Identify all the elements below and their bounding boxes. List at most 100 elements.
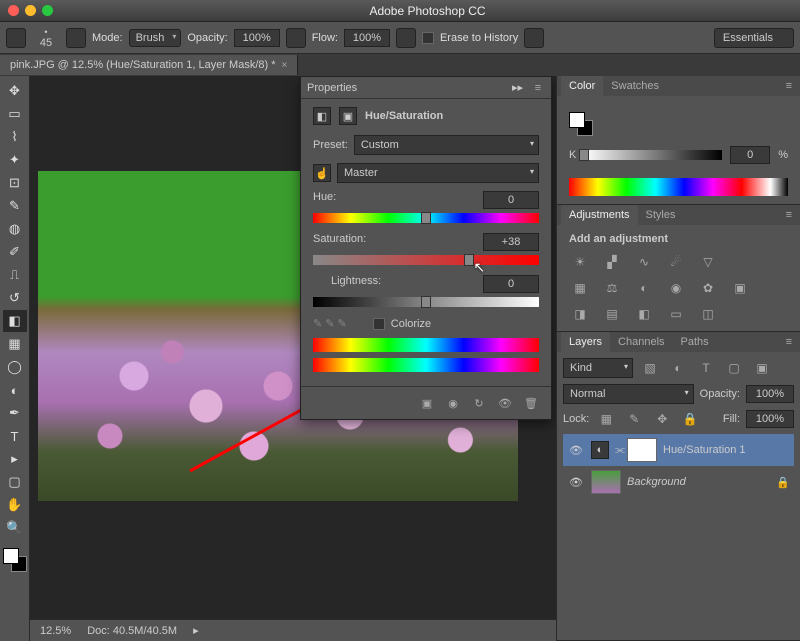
colorize-checkbox[interactable] (373, 318, 385, 330)
path-selection-tool[interactable]: ▸ (3, 448, 27, 470)
hue-slider[interactable] (313, 213, 539, 223)
lightness-thumb[interactable] (421, 296, 431, 308)
close-window[interactable] (8, 5, 19, 16)
eyedropper-tool[interactable]: ✎ (3, 195, 27, 217)
lightness-value[interactable]: 0 (483, 275, 539, 293)
brush-size-picker[interactable]: •45 (32, 24, 60, 52)
visibility-toggle[interactable]: 👁 (567, 444, 585, 457)
layer-item[interactable]: 👁 Background 🔒 (563, 466, 794, 498)
invert-icon[interactable]: ◨ (569, 305, 591, 323)
fill-field[interactable]: 100% (746, 410, 794, 428)
zoom-level[interactable]: 12.5% (40, 625, 71, 637)
layer-mask-thumb[interactable] (627, 438, 657, 462)
layer-thumb[interactable] (591, 470, 621, 494)
lasso-tool[interactable]: ⌇ (3, 126, 27, 148)
photo-filter-icon[interactable]: ◉ (665, 279, 687, 297)
color-panel-menu[interactable]: ≡ (778, 76, 800, 96)
filter-pixel-icon[interactable]: ▧ (639, 359, 661, 377)
mask-icon[interactable]: ▣ (339, 107, 357, 125)
layer-name[interactable]: Hue/Saturation 1 (663, 444, 746, 456)
layer-item[interactable]: 👁 ◐ ⫘ Hue/Saturation 1 (563, 434, 794, 466)
threshold-icon[interactable]: ◧ (633, 305, 655, 323)
mode-dropdown[interactable]: Brush (129, 29, 182, 47)
k-slider[interactable] (584, 150, 722, 160)
type-tool[interactable]: T (3, 425, 27, 447)
styles-tab[interactable]: Styles (638, 205, 684, 225)
delete-icon[interactable]: 🗑 (523, 395, 539, 411)
lock-all-icon[interactable]: 🔒 (679, 410, 701, 428)
color-spectrum[interactable] (569, 178, 788, 196)
layer-opacity-field[interactable]: 100% (746, 385, 794, 403)
balance-icon[interactable]: ⚖ (601, 279, 623, 297)
layers-tab[interactable]: Layers (561, 332, 610, 352)
rectangle-tool[interactable]: ▢ (3, 471, 27, 493)
brush-panel-toggle[interactable] (66, 28, 86, 48)
lock-trans-icon[interactable]: ▦ (595, 410, 617, 428)
visibility-toggle[interactable]: 👁 (567, 476, 585, 489)
adjustments-tab[interactable]: Adjustments (561, 205, 638, 225)
layer-name[interactable]: Background (627, 476, 686, 488)
panel-menu-icon[interactable]: ≡ (531, 82, 545, 94)
canvas-area[interactable]: Properties ▸▸ ≡ ◧ ▣ Hue/Saturation Prese… (30, 76, 556, 641)
filter-type-icon[interactable]: T (695, 359, 717, 377)
color-swatch[interactable] (569, 112, 593, 136)
document-tab[interactable]: pink.JPG @ 12.5% (Hue/Saturation 1, Laye… (0, 55, 298, 75)
close-tab-icon[interactable]: × (282, 60, 288, 71)
visibility-icon[interactable]: 👁 (497, 395, 513, 411)
levels-icon[interactable]: ▞ (601, 253, 623, 271)
mixer-icon[interactable]: ✿ (697, 279, 719, 297)
color-tab[interactable]: Color (561, 76, 603, 96)
curves-icon[interactable]: ∿ (633, 253, 655, 271)
marquee-tool[interactable]: ▭ (3, 103, 27, 125)
doc-size[interactable]: Doc: 40.5M/40.5M (87, 625, 177, 637)
pen-tool[interactable]: ✒ (3, 402, 27, 424)
crop-tool[interactable]: ⊡ (3, 172, 27, 194)
opacity-field[interactable]: 100% (234, 29, 280, 47)
swatches-tab[interactable]: Swatches (603, 76, 667, 96)
hue-icon[interactable]: ▦ (569, 279, 591, 297)
lightness-slider[interactable] (313, 297, 539, 307)
foreground-background-swatch[interactable] (3, 548, 27, 572)
hue-value[interactable]: 0 (483, 191, 539, 209)
preset-dropdown[interactable]: Custom (354, 135, 539, 155)
bw-icon[interactable]: ◐ (633, 279, 655, 297)
clip-to-layer-icon[interactable]: ▣ (419, 395, 435, 411)
airbrush-icon[interactable] (396, 28, 416, 48)
tool-preset-picker[interactable] (6, 28, 26, 48)
lock-paint-icon[interactable]: ✎ (623, 410, 645, 428)
k-thumb[interactable] (579, 149, 589, 161)
magic-wand-tool[interactable]: ✦ (3, 149, 27, 171)
exposure-icon[interactable]: ☄ (665, 253, 687, 271)
saturation-value[interactable]: +38 (483, 233, 539, 251)
channel-dropdown[interactable]: Master (337, 163, 539, 183)
filter-shape-icon[interactable]: ▢ (723, 359, 745, 377)
vibrance-icon[interactable]: ▽ (697, 253, 719, 271)
filter-kind-dropdown[interactable]: Kind (563, 358, 633, 378)
dodge-tool[interactable]: ◐ (3, 379, 27, 401)
filter-adj-icon[interactable]: ◐ (667, 359, 689, 377)
k-value[interactable]: 0 (730, 146, 770, 164)
view-previous-icon[interactable]: ◉ (445, 395, 461, 411)
gradient-tool[interactable]: ▦ (3, 333, 27, 355)
zoom-window[interactable] (42, 5, 53, 16)
lock-pos-icon[interactable]: ✥ (651, 410, 673, 428)
status-caret[interactable]: ▸ (193, 624, 199, 637)
clone-stamp-tool[interactable]: ⎍ (3, 264, 27, 286)
gradient-map-icon[interactable]: ▭ (665, 305, 687, 323)
move-tool[interactable]: ✥ (3, 80, 27, 102)
properties-header[interactable]: Properties ▸▸ ≡ (301, 77, 551, 99)
erase-history-checkbox[interactable] (422, 32, 434, 44)
brush-tool[interactable]: ✐ (3, 241, 27, 263)
hue-thumb[interactable] (421, 212, 431, 224)
eraser-tool[interactable]: ◧ (3, 310, 27, 332)
reset-icon[interactable]: ↻ (471, 395, 487, 411)
hand-tool[interactable]: ✋ (3, 494, 27, 516)
blend-mode-dropdown[interactable]: Normal (563, 384, 694, 404)
selective-icon[interactable]: ◫ (697, 305, 719, 323)
workspace-switcher[interactable]: Essentials (714, 28, 794, 48)
history-brush-tool[interactable]: ↺ (3, 287, 27, 309)
opacity-pressure-icon[interactable] (286, 28, 306, 48)
paths-tab[interactable]: Paths (673, 332, 717, 352)
filter-smart-icon[interactable]: ▣ (751, 359, 773, 377)
layers-panel-menu[interactable]: ≡ (778, 332, 800, 352)
